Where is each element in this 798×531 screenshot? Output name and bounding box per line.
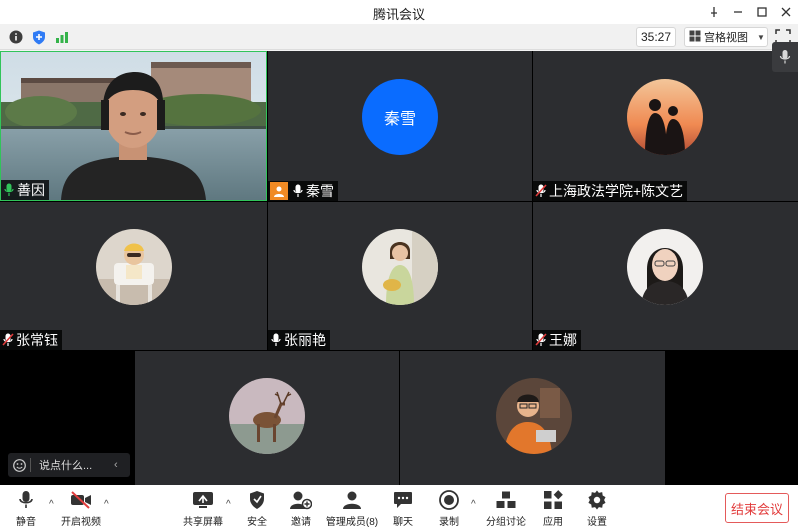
security-label: 安全 — [247, 517, 267, 528]
record-label: 录制 — [439, 517, 459, 528]
status-bar: 35:27 宫格视图 ▼ — [0, 24, 798, 50]
microphone-icon — [779, 50, 791, 64]
apps-icon — [542, 489, 564, 511]
participant-tile[interactable]: 秦雪 秦雪 — [268, 51, 532, 201]
meeting-window: 腾讯会议 35:27 宫格视图 ▼ 善因 秦雪 秦雪 上海政法学院+陈文艺 张常… — [0, 0, 798, 531]
chat-icon — [392, 489, 414, 511]
meeting-timer: 35:27 — [636, 27, 676, 47]
add-user-icon — [290, 489, 312, 511]
invite-button[interactable]: 邀请 — [286, 489, 316, 529]
chevron-up-icon[interactable]: ^ — [226, 499, 236, 510]
end-meeting-button[interactable]: 结束会议 — [725, 493, 789, 523]
divider — [30, 458, 31, 472]
participant-name-tag: 张常钰 — [0, 330, 62, 350]
participant-name-tag: 善因 — [1, 180, 49, 200]
floating-mic-button[interactable] — [772, 42, 798, 72]
participant-name-tag: 王娜 — [533, 330, 581, 350]
mic-muted-icon — [535, 333, 547, 347]
share-screen-icon — [192, 489, 214, 511]
share-screen-label: 共享屏幕 — [183, 517, 223, 528]
emoji-icon[interactable] — [8, 458, 30, 472]
title-bar: 腾讯会议 — [0, 0, 798, 24]
chat-input[interactable]: 说点什么... ‹ — [8, 453, 130, 477]
mute-label: 静音 — [16, 517, 36, 528]
mic-muted-icon — [2, 333, 14, 347]
manage-members-label: 管理成员(8) — [325, 517, 379, 528]
shield-icon[interactable] — [31, 29, 47, 45]
info-icon[interactable] — [8, 29, 24, 45]
shield-icon — [246, 489, 268, 511]
gear-icon — [586, 489, 608, 511]
avatar — [627, 79, 703, 155]
participant-name-tag: 秦雪 — [268, 181, 338, 201]
participant-tile[interactable]: 王娜 — [533, 202, 798, 350]
security-button[interactable]: 安全 — [242, 489, 272, 529]
video-grid: 善因 秦雪 秦雪 上海政法学院+陈文艺 张常钰 张丽艳 王娜 说点什么... ‹ — [0, 51, 798, 485]
share-screen-button[interactable]: 共享屏幕 — [182, 489, 224, 529]
manage-members-button[interactable]: 管理成员(8) — [324, 489, 380, 529]
participant-name: 张常钰 — [16, 332, 58, 348]
minimize-icon[interactable] — [726, 0, 750, 24]
participant-tile[interactable]: 上海政法学院+陈文艺 — [533, 51, 798, 201]
settings-label: 设置 — [587, 517, 607, 528]
mic-on-icon — [270, 333, 282, 347]
avatar — [229, 378, 305, 454]
chevron-up-icon[interactable]: ^ — [471, 499, 481, 510]
window-title: 腾讯会议 — [372, 7, 425, 22]
mic-on-icon — [292, 184, 304, 198]
start-video-button[interactable]: 开启视频 — [60, 489, 102, 529]
participant-tile[interactable] — [135, 351, 399, 485]
participant-name: 善因 — [17, 182, 45, 198]
pin-icon[interactable] — [702, 0, 726, 24]
apps-label: 应用 — [543, 517, 563, 528]
avatar — [96, 229, 172, 305]
chevron-left-icon[interactable]: ‹ — [114, 459, 130, 471]
chat-placeholder: 说点什么... — [39, 460, 93, 472]
camera-off-icon — [70, 489, 92, 511]
close-icon[interactable] — [774, 0, 798, 24]
view-mode-label: 宫格视图 — [704, 32, 748, 44]
chevron-up-icon[interactable]: ^ — [49, 499, 59, 510]
breakout-rooms-button[interactable]: 分组讨论 — [486, 489, 526, 529]
participant-video — [1, 52, 266, 200]
participant-name: 王娜 — [549, 332, 577, 348]
camera-user-icon — [270, 182, 288, 200]
mic-muted-icon — [535, 184, 547, 198]
signal-icon[interactable] — [54, 29, 70, 45]
settings-button[interactable]: 设置 — [582, 489, 612, 529]
breakout-rooms-label: 分组讨论 — [486, 517, 526, 528]
chevron-up-icon[interactable]: ^ — [104, 499, 114, 510]
chevron-down-icon: ▼ — [757, 32, 765, 42]
chat-label: 聊天 — [393, 517, 413, 528]
chat-button[interactable]: 聊天 — [388, 489, 418, 529]
mic-on-icon — [3, 183, 15, 197]
grid-view-icon — [689, 30, 701, 45]
avatar — [496, 378, 572, 454]
participant-name-tag: 张丽艳 — [268, 330, 330, 350]
participant-name: 张丽艳 — [284, 332, 326, 348]
record-button[interactable]: 录制 — [434, 489, 464, 529]
participant-tile[interactable]: 张丽艳 — [268, 202, 532, 350]
apps-button[interactable]: 应用 — [538, 489, 568, 529]
participant-name: 秦雪 — [306, 183, 334, 199]
record-icon — [438, 489, 460, 511]
avatar — [362, 229, 438, 305]
participant-tile[interactable] — [400, 351, 665, 485]
microphone-icon — [15, 489, 37, 511]
avatar — [627, 229, 703, 305]
members-icon — [341, 489, 363, 511]
participant-name-tag: 上海政法学院+陈文艺 — [533, 181, 688, 201]
mute-button[interactable]: 静音 — [10, 489, 42, 529]
bottom-toolbar: 静音 ^ 开启视频 ^ 共享屏幕 ^ 安全 邀请 管理成员(8) 聊天 录制 ^… — [0, 485, 798, 531]
breakout-icon — [495, 489, 517, 511]
maximize-icon[interactable] — [750, 0, 774, 24]
participant-tile[interactable]: 善因 — [0, 51, 267, 201]
avatar: 秦雪 — [362, 79, 438, 155]
invite-label: 邀请 — [291, 517, 311, 528]
participant-tile[interactable]: 张常钰 — [0, 202, 267, 350]
start-video-label: 开启视频 — [61, 517, 101, 528]
participant-name: 上海政法学院+陈文艺 — [549, 183, 684, 199]
view-mode-dropdown[interactable]: 宫格视图 ▼ — [684, 27, 768, 47]
